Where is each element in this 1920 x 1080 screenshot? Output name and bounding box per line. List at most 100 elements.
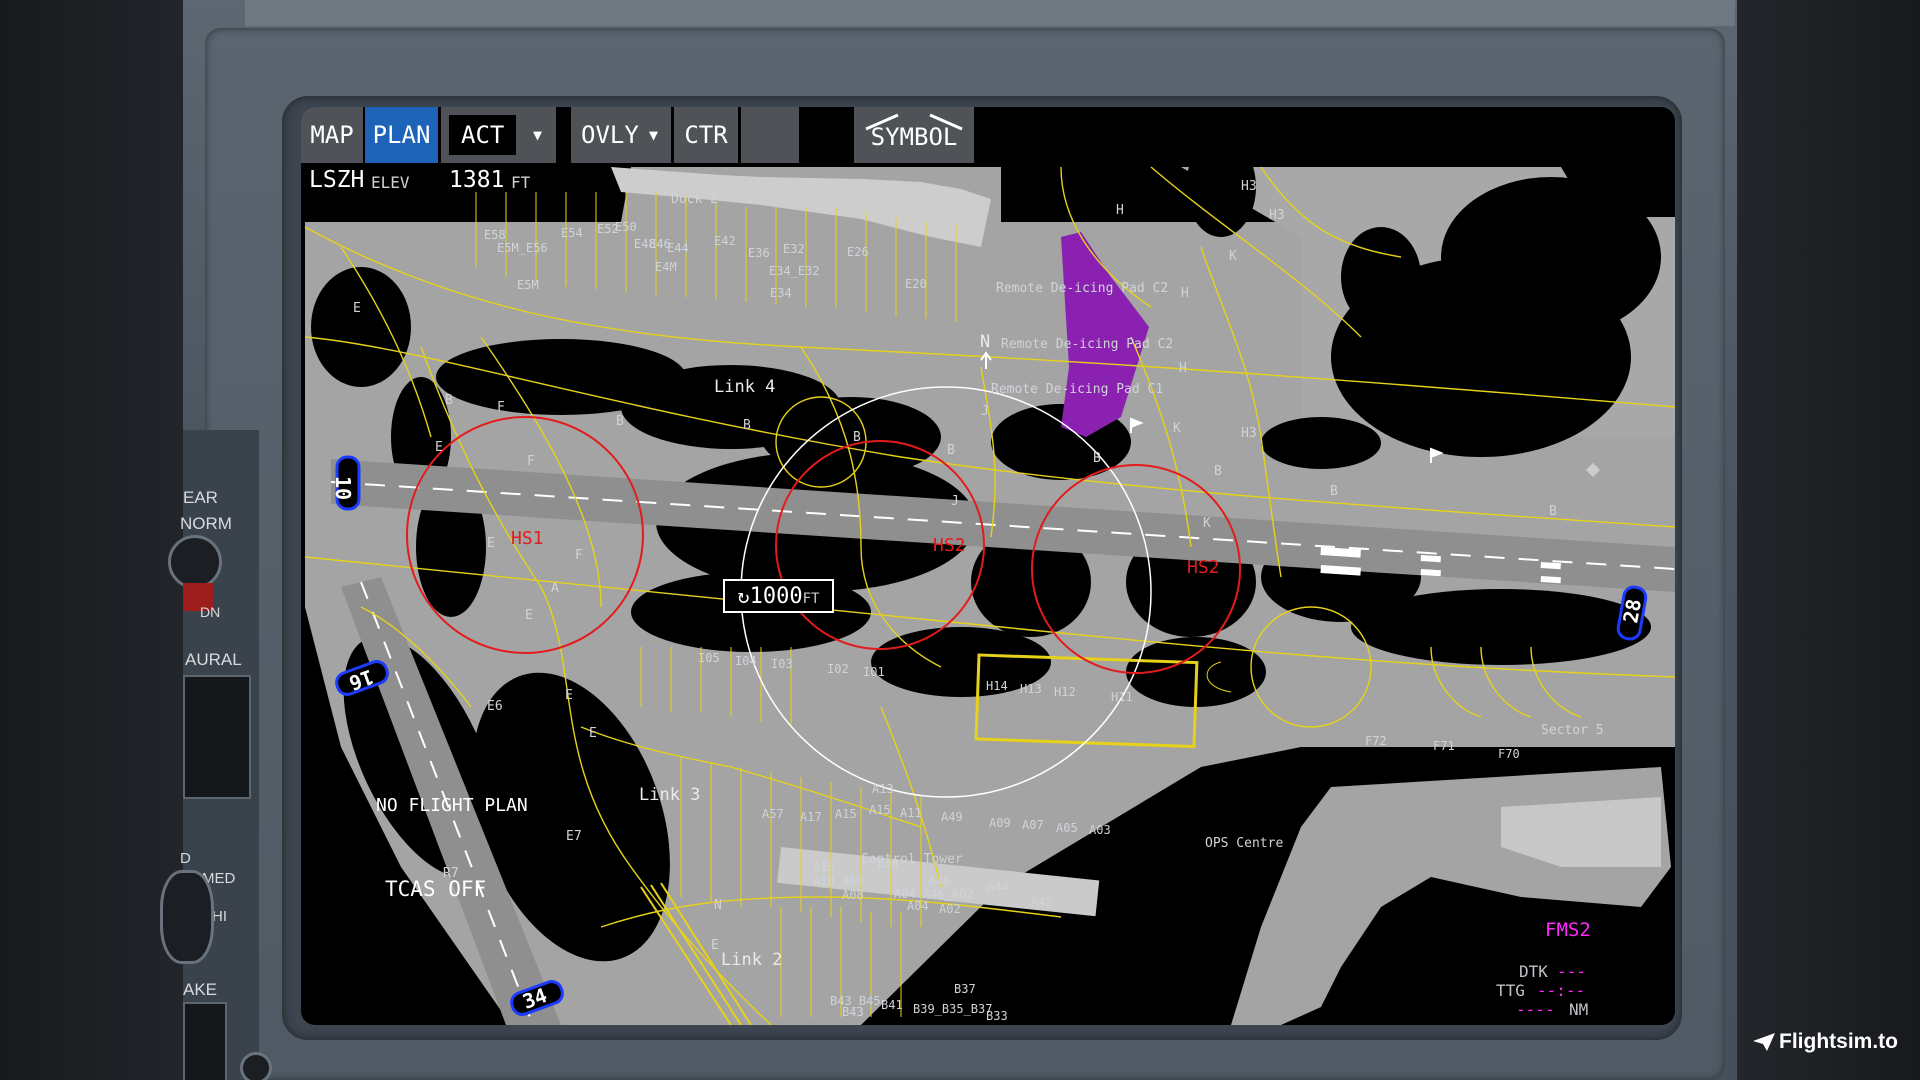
stand-label: A07 <box>1022 818 1044 832</box>
range-unit: FT <box>802 591 820 607</box>
background-left <box>0 0 183 1080</box>
stand-label: E26 <box>847 245 869 259</box>
stand-label: E34_E32 <box>769 264 820 278</box>
taxiway-letter: E <box>525 608 533 623</box>
elevation-value: 1381 <box>449 167 505 193</box>
label-ear: EAR <box>183 488 218 507</box>
stand-label: I04 <box>735 654 757 668</box>
navigation-display[interactable]: 10 28 16 34 HS1 HS2 HS2 Dock E Remote De… <box>301 107 1675 1025</box>
stand-label: B39_B35_B37 <box>913 1002 992 1016</box>
stand-label: E5M_E56 <box>497 241 548 255</box>
taxiway-letter: F <box>527 454 535 469</box>
stand-label: I01 <box>863 665 885 679</box>
dtk-value: --- <box>1557 962 1586 981</box>
stand-label: A02 <box>939 902 961 916</box>
norm-knob[interactable] <box>168 535 222 589</box>
blank-button[interactable] <box>741 107 799 163</box>
area-label: OPS Centre <box>1205 836 1283 851</box>
stand-label: B33 <box>986 1009 1008 1023</box>
stand-label: H11 <box>1111 690 1133 704</box>
runway-28-label: 28 <box>1618 597 1646 625</box>
ctr-button[interactable]: CTR <box>674 107 738 163</box>
chevron-down-icon: ▼ <box>649 126 659 144</box>
stand-label: A42 <box>1031 895 1053 909</box>
taxiway-letter: H3 <box>1241 179 1257 194</box>
taxiway-letter: H3 <box>1241 426 1257 441</box>
taxiway-letter: E <box>711 938 719 953</box>
ttg-label: TTG <box>1496 981 1525 1000</box>
label-ake: AKE <box>183 980 218 999</box>
taxiway-letter: B <box>1214 464 1222 479</box>
stand-label: A08 <box>842 888 864 902</box>
plan-button[interactable]: PLAN <box>365 107 438 163</box>
area-label: Link 2 <box>721 950 782 970</box>
bezel-top-strip <box>245 0 1735 26</box>
stand-label: A11 <box>900 806 922 820</box>
brightness-knob[interactable] <box>160 870 214 964</box>
taxiway-letter: H <box>1179 361 1187 376</box>
paper-plane-icon <box>1753 1033 1775 1052</box>
area-label: Link 4 <box>714 377 775 397</box>
taxiway-letter: B <box>1093 451 1101 466</box>
taxiway-letter: E <box>435 440 443 455</box>
stand-label: E20 <box>905 277 927 291</box>
stand-label: H14 <box>986 679 1008 693</box>
taxiway-letter: E7 <box>566 829 582 844</box>
stand-label: A04 <box>907 899 929 913</box>
hotspot-label: HS2 <box>1187 557 1220 578</box>
stand-label: E42 <box>714 234 736 248</box>
stand-label: A10 <box>813 860 835 874</box>
runway-10-label: 10 <box>331 476 355 500</box>
taxiway-letter: H <box>1181 286 1189 301</box>
map-button-label: MAP <box>310 121 354 149</box>
label-d: D <box>180 850 191 867</box>
distance-unit: NM <box>1569 1000 1589 1019</box>
dtk-label: DTK <box>1519 962 1548 981</box>
taxiway-letter: K <box>1229 249 1237 264</box>
stand-label: A10_A08 <box>813 874 864 888</box>
act-button[interactable]: ACT ▼ <box>441 107 556 163</box>
stand-label: F72 <box>1365 734 1387 748</box>
ovly-button-label: OVLY <box>581 121 639 149</box>
label-norm: NORM <box>180 514 232 533</box>
elev-unit: FT <box>511 173 531 192</box>
stand-label: E54 <box>561 226 583 240</box>
stand-label: A05 <box>1056 821 1078 835</box>
taxiway-letter: E <box>589 726 597 741</box>
stand-label: A57 <box>762 807 784 821</box>
stand-label: B37 <box>954 982 976 996</box>
refresh-icon: ↻ <box>737 584 750 608</box>
watermark-text: Flightsim.to <box>1779 1030 1898 1053</box>
taxiway-letter: B <box>947 443 955 458</box>
stand-label: H13 <box>1020 682 1042 696</box>
area-label: Dock E <box>671 192 718 207</box>
stand-label: E50 <box>615 220 637 234</box>
taxiway-letter: E <box>565 688 573 703</box>
symbol-button[interactable]: SYMBOL <box>854 107 974 163</box>
stand-label: A09 <box>989 816 1011 830</box>
stand-label: A48 <box>877 858 899 872</box>
distance-value: ---- <box>1516 1000 1555 1019</box>
taxiway-letter: H <box>1116 203 1124 218</box>
ovly-button[interactable]: OVLY ▼ <box>571 107 671 163</box>
symbol-button-label: SYMBOL <box>870 123 958 151</box>
fms-source: FMS2 <box>1545 919 1591 941</box>
tcas-status: TCAS OFF <box>385 877 487 901</box>
background-right <box>1737 0 1920 1080</box>
stand-label: A13 <box>872 782 894 796</box>
stand-label: A04_A46_A02 <box>894 887 973 901</box>
stand-label: H12 <box>1054 685 1076 699</box>
stand-label: A46 <box>929 874 951 888</box>
taxiway-letter: A <box>551 581 559 596</box>
taxiway-letter: F <box>497 400 505 415</box>
map-button[interactable]: MAP <box>301 107 363 163</box>
taxiway-letter: B <box>445 393 453 408</box>
taxiway-letter: B <box>853 430 861 445</box>
taxiway-letter: F <box>575 548 583 563</box>
stand-label: E32 <box>783 242 805 256</box>
taxiway-letter: B <box>1549 504 1557 519</box>
airport-moving-map[interactable]: 10 28 16 34 HS1 HS2 HS2 Dock E Remote De… <box>301 107 1675 1025</box>
taxiway-letter: K <box>1173 421 1181 436</box>
range-value: 1000 <box>749 584 803 609</box>
range-indicator[interactable]: ↻1000FT <box>723 579 834 613</box>
